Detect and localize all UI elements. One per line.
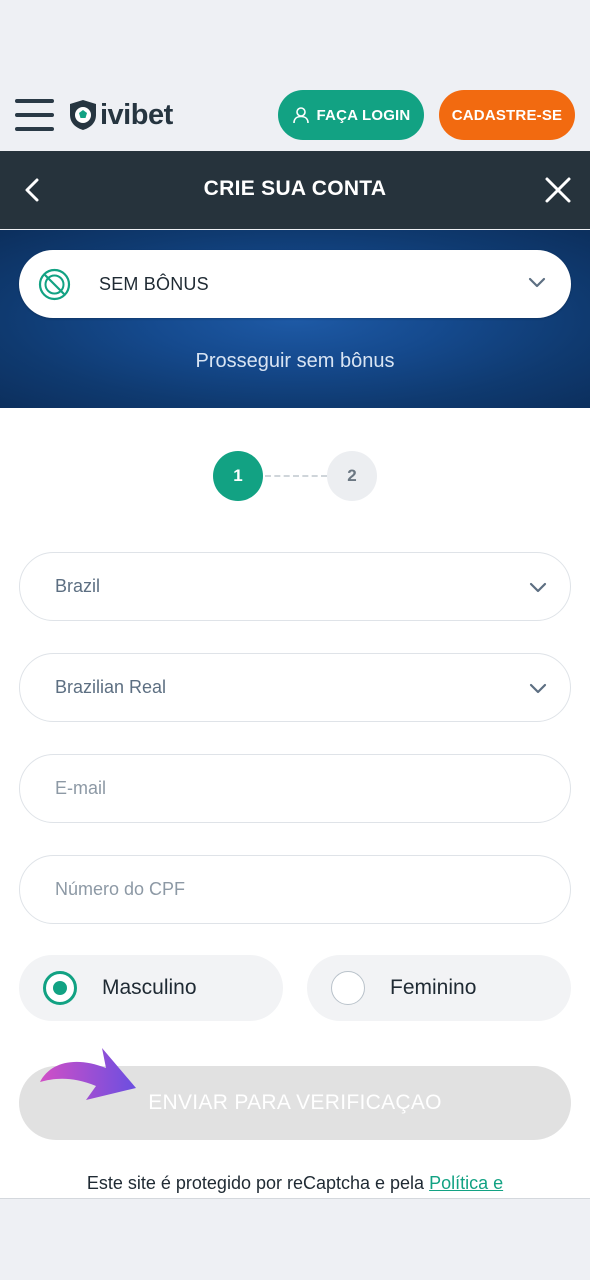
country-value: Brazil	[55, 576, 101, 596]
gender-male-label: Masculino	[102, 976, 197, 999]
bonus-select[interactable]: SEM BÔNUS	[19, 250, 571, 318]
cpf-field-wrapper	[19, 855, 571, 924]
step-connector	[265, 475, 327, 477]
step-2: 2	[327, 451, 377, 501]
email-field[interactable]	[20, 755, 570, 822]
step-1: 1	[213, 451, 263, 501]
recaptcha-text: Este site é protegido por reCaptcha e pe…	[86, 1173, 430, 1193]
radio-unselected-icon	[331, 971, 365, 1005]
gender-female-label: Feminino	[390, 976, 477, 999]
bonus-banner: SEM BÔNUS Prosseguir sem bônus	[0, 230, 590, 408]
cpf-field[interactable]	[20, 856, 570, 923]
no-bonus-icon	[38, 268, 71, 301]
user-icon	[292, 107, 309, 124]
email-field-wrapper	[19, 754, 571, 823]
brand-name: ivibet	[100, 98, 173, 131]
gender-female-radio[interactable]: Feminino	[307, 955, 571, 1021]
registration-form: 1 2 Brazil Brazilian Real Masculino Femi…	[0, 408, 590, 1198]
top-bar: ivibet FAÇA LOGIN CADASTRE-SE	[0, 80, 590, 151]
page-title: CRIE SUA CONTA	[203, 177, 387, 200]
bonus-selected-label: SEM BÔNUS	[99, 274, 209, 294]
register-label: CADASTRE-SE	[451, 106, 563, 124]
currency-value: Brazilian Real	[55, 677, 167, 697]
brand-logo[interactable]: ivibet	[68, 98, 173, 132]
submit-label: ENVIAR PARA VERIFICAÇAO	[148, 1091, 442, 1114]
hamburger-menu-icon[interactable]	[15, 99, 55, 131]
radio-selected-icon	[43, 971, 77, 1005]
chevron-down-icon	[529, 683, 547, 694]
close-icon[interactable]	[544, 176, 572, 204]
pointer-arrow-icon	[40, 1048, 136, 1100]
shield-ball-icon	[70, 100, 96, 130]
chevron-down-icon	[529, 582, 547, 593]
country-select[interactable]: Brazil	[19, 552, 571, 621]
chevron-down-icon	[528, 277, 546, 288]
status-bar-area	[0, 0, 590, 80]
bottom-bar	[0, 1198, 590, 1280]
recaptcha-notice: Este site é protegido por reCaptcha e pe…	[0, 1173, 590, 1194]
bonus-subtitle: Prosseguir sem bônus	[195, 350, 395, 372]
policy-link[interactable]: Política e	[429, 1173, 503, 1193]
login-button[interactable]: FAÇA LOGIN	[278, 90, 424, 140]
currency-select[interactable]: Brazilian Real	[19, 653, 571, 722]
register-button[interactable]: CADASTRE-SE	[439, 90, 575, 140]
gender-male-radio[interactable]: Masculino	[19, 955, 283, 1021]
page-header: CRIE SUA CONTA	[0, 151, 590, 229]
login-label: FAÇA LOGIN	[316, 106, 411, 124]
step-indicator: 1 2	[213, 451, 377, 501]
